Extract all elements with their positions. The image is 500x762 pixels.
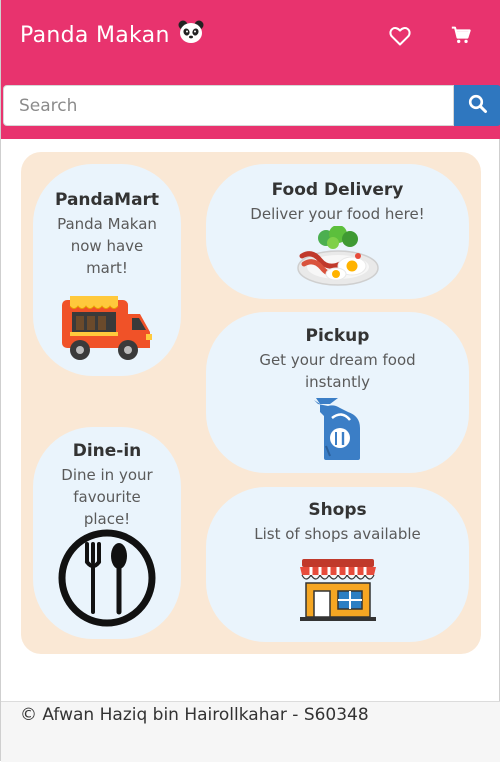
- breakfast-plate-icon: [296, 225, 380, 292]
- service-description: Deliver your food here!: [250, 205, 425, 223]
- service-title: Dine-in: [72, 441, 142, 461]
- service-description: List of shops available: [254, 525, 421, 543]
- service-title: PandaMart: [54, 190, 160, 210]
- copyright-text: © Afwan Haziq bin Hairollkahar - S60348: [20, 705, 369, 725]
- brand-title: Panda Makan: [20, 22, 170, 48]
- service-card-food-delivery[interactable]: Food Delivery Deliver your food here!: [206, 164, 469, 299]
- food-truck-icon: [60, 294, 154, 368]
- service-card-pandamart[interactable]: PandaMart Panda Makan now have mart!: [33, 164, 181, 376]
- service-description: Dine in your favourite place!: [61, 466, 153, 528]
- storefront-icon: [298, 551, 378, 627]
- cart-icon[interactable]: [450, 24, 474, 48]
- service-card-dine-in[interactable]: Dine-in Dine in your favourite place!: [33, 427, 181, 639]
- service-title: Pickup: [305, 326, 370, 346]
- service-title: Food Delivery: [271, 180, 404, 200]
- search-bar: [3, 85, 500, 126]
- search-icon: [468, 94, 488, 118]
- heart-icon[interactable]: [388, 24, 412, 48]
- search-input[interactable]: [3, 85, 454, 126]
- service-description: Panda Makan now have mart!: [57, 215, 157, 277]
- service-card-shops[interactable]: Shops List of shops available: [206, 487, 469, 642]
- panda-face-icon: [178, 20, 204, 50]
- services-panel: PandaMart Panda Makan now have mart! Foo…: [21, 152, 481, 654]
- footer: © Afwan Haziq bin Hairollkahar - S60348: [1, 701, 500, 762]
- search-button[interactable]: [454, 85, 500, 126]
- service-title: Shops: [308, 500, 367, 520]
- service-card-pickup[interactable]: Pickup Get your dream food instantly: [206, 312, 469, 473]
- takeaway-bag-icon: [310, 394, 366, 466]
- service-description: Get your dream food instantly: [259, 351, 416, 391]
- app-header: Panda Makan: [1, 0, 500, 139]
- brand[interactable]: Panda Makan: [20, 20, 204, 50]
- fork-spoon-plate-icon: [57, 528, 157, 632]
